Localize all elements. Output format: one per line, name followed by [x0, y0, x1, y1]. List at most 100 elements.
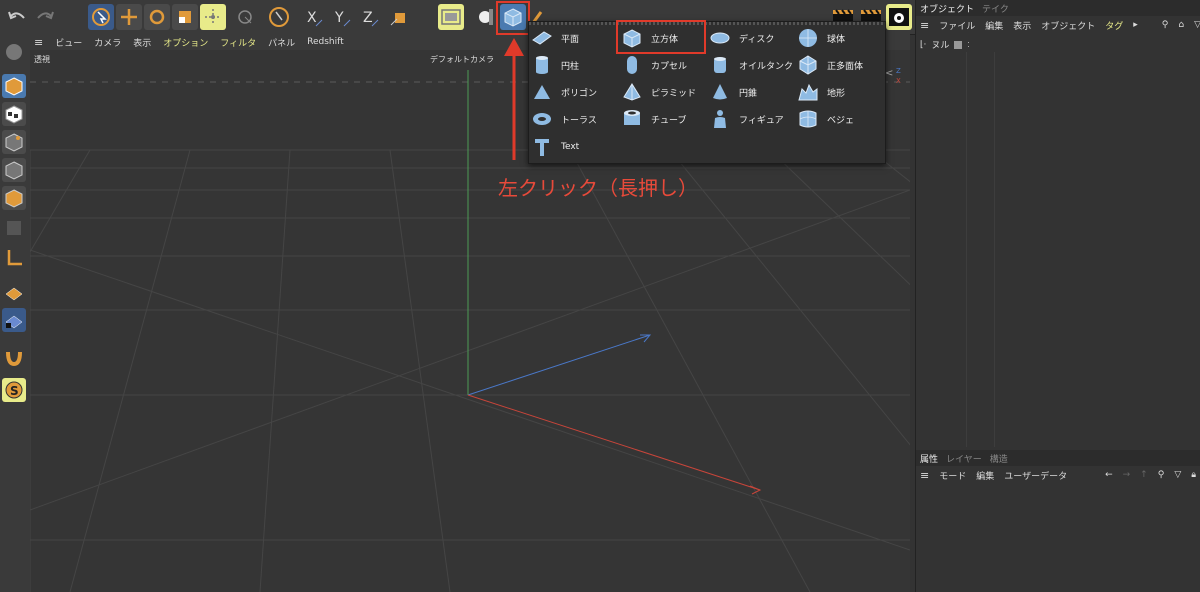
popup-item-oil-tank[interactable]: オイルタンク	[709, 52, 793, 78]
magnet-icon	[6, 351, 22, 366]
viewport-camera-label[interactable]: デフォルトカメラ	[430, 54, 494, 65]
object-menu-edit[interactable]: 編集	[985, 19, 1003, 32]
move-tool-button[interactable]	[116, 4, 142, 30]
svg-text:Z: Z	[363, 10, 373, 26]
render-settings-button[interactable]	[886, 4, 912, 30]
viewport-menu-filter[interactable]: フィルタ	[220, 36, 256, 49]
attr-menu-userdata[interactable]: ユーザーデータ	[1004, 469, 1067, 482]
render-view-button[interactable]	[438, 4, 464, 30]
lock-icon[interactable]: 🔒︎	[1191, 470, 1196, 480]
up-arrow-icon[interactable]: ↑	[1140, 470, 1148, 480]
object-coordinate-button[interactable]	[386, 4, 412, 30]
tab-objects[interactable]: オブジェクト	[920, 2, 974, 15]
popup-item-disc[interactable]: ディスク	[709, 25, 774, 51]
popup-item-bezier[interactable]: ベジェ	[797, 106, 854, 132]
search-icon[interactable]: ⚲	[1158, 470, 1165, 480]
popup-item-landscape[interactable]: 地形	[797, 79, 845, 105]
popup-item-plane[interactable]: 平面	[531, 25, 579, 51]
popup-item-figure[interactable]: フィギュア	[709, 106, 784, 132]
viewport-menu-panel[interactable]: パネル	[268, 36, 295, 49]
tab-attributes[interactable]: 属性	[920, 452, 938, 465]
transform-tool-button[interactable]	[200, 4, 226, 30]
texture-mode-button[interactable]	[2, 102, 26, 126]
annotation-label: 左クリック（長押し）	[498, 176, 698, 200]
edit-mode-button[interactable]	[2, 40, 26, 64]
visibility-toggle-icon[interactable]	[954, 40, 963, 49]
filter-icon[interactable]: ▽	[1174, 470, 1181, 480]
model-mode-button[interactable]	[2, 74, 26, 98]
tab-structure[interactable]: 構造	[990, 452, 1008, 465]
render-view-icon	[441, 9, 461, 25]
viewport-menu-display[interactable]: 表示	[133, 36, 151, 49]
viewport-menu-camera[interactable]: カメラ	[94, 36, 121, 49]
object-panel-menu: ≡ ファイル 編集 表示 オブジェクト タグ ▸ ⚲ ⌂ ▽	[916, 16, 1200, 34]
annotation-arrow	[504, 38, 524, 160]
object-menu-object[interactable]: オブジェクト	[1041, 19, 1095, 32]
x-axis-lock-button[interactable]: X	[302, 4, 328, 30]
popup-item-cone[interactable]: 円錐	[709, 79, 757, 105]
search-icon[interactable]: ⚲	[1162, 20, 1169, 30]
render-toggle-icon[interactable]: ⁚	[967, 41, 969, 49]
uv-mode-button[interactable]	[2, 216, 26, 240]
edge-mode-icon	[5, 161, 23, 180]
edge-mode-button[interactable]	[2, 158, 26, 182]
filter-icon[interactable]: ▽	[1194, 20, 1200, 30]
object-menu-file[interactable]: ファイル	[939, 19, 975, 32]
object-menu-tag[interactable]: タグ	[1105, 19, 1123, 32]
svg-text:S: S	[10, 384, 19, 398]
viewport-menu-view[interactable]: ビュー	[55, 36, 82, 49]
polygon-mode-button[interactable]	[2, 186, 26, 210]
object-axis-icon	[390, 13, 405, 26]
object-menu-view[interactable]: 表示	[1013, 19, 1031, 32]
attribute-panel-tabs: 属性 レイヤー 構造	[916, 450, 1200, 466]
popup-item-cylinder[interactable]: 円柱	[531, 52, 579, 78]
object-panel-tabs: オブジェクト テイク	[916, 0, 1200, 16]
hamburger-menu-icon[interactable]: ≡	[34, 36, 43, 49]
attribute-panel-menu: ≡ モード 編集 ユーザーデータ ← → ↑ ⚲ ▽ 🔒︎	[916, 466, 1200, 484]
hamburger-menu-icon[interactable]: ≡	[920, 19, 929, 32]
back-arrow-icon[interactable]: ←	[1105, 470, 1113, 480]
y-axis-lock-button[interactable]: Y	[330, 4, 356, 30]
redo-button[interactable]	[32, 4, 58, 30]
popup-item-label: Text	[561, 142, 580, 152]
snap-tool-button[interactable]	[232, 4, 258, 30]
axis-mode-button[interactable]	[2, 246, 26, 270]
attr-menu-edit[interactable]: 編集	[976, 469, 994, 482]
popup-item-text[interactable]: Text	[531, 134, 579, 160]
text-icon	[535, 139, 549, 156]
forward-arrow-icon[interactable]: →	[1123, 470, 1131, 480]
object-row-null[interactable]: ⌊· ヌル ⁚	[920, 38, 970, 52]
attr-menu-mode[interactable]: モード	[939, 469, 966, 482]
popup-item-platonic[interactable]: 正多面体	[797, 52, 863, 78]
popup-item-torus[interactable]: トーラス	[531, 106, 597, 132]
navigation-gizmo-icon[interactable]: <	[885, 68, 893, 79]
workplane-lock-button[interactable]	[2, 308, 26, 332]
home-icon[interactable]: ⌂	[1178, 20, 1184, 30]
popup-item-polygon[interactable]: ポリゴン	[531, 79, 597, 105]
point-mode-button[interactable]	[2, 130, 26, 154]
popup-item-capsule[interactable]: カプセル	[621, 52, 687, 78]
select-tool-button[interactable]	[88, 4, 114, 30]
camera-object-button[interactable]	[472, 4, 498, 30]
solo-button[interactable]: S	[2, 378, 26, 402]
rotate-tool-button[interactable]	[144, 4, 170, 30]
workplane-button[interactable]	[2, 280, 26, 304]
snap-magnet-button[interactable]	[2, 344, 26, 368]
viewport-menu-options[interactable]: オプション	[163, 36, 208, 49]
transform-icon	[205, 9, 221, 25]
scale-tool-button[interactable]	[172, 4, 198, 30]
coordinate-system-button[interactable]	[266, 4, 292, 30]
z-axis-lock-button[interactable]: Z	[358, 4, 384, 30]
popup-item-tube[interactable]: チューブ	[621, 106, 686, 132]
hamburger-menu-icon[interactable]: ≡	[920, 469, 929, 482]
popup-item-sphere[interactable]: 球体	[797, 25, 845, 51]
tab-takes[interactable]: テイク	[982, 2, 1009, 15]
tab-layers[interactable]: レイヤー	[946, 452, 982, 465]
viewport-menu-redshift[interactable]: Redshift	[307, 37, 344, 47]
left-toolbar: S	[0, 34, 31, 592]
undo-button[interactable]	[4, 4, 30, 30]
menu-more-icon[interactable]: ▸	[1133, 20, 1138, 30]
viewport-mode-label: 透視	[34, 55, 50, 64]
redo-icon	[37, 11, 54, 20]
popup-item-pyramid[interactable]: ピラミッド	[621, 79, 696, 105]
